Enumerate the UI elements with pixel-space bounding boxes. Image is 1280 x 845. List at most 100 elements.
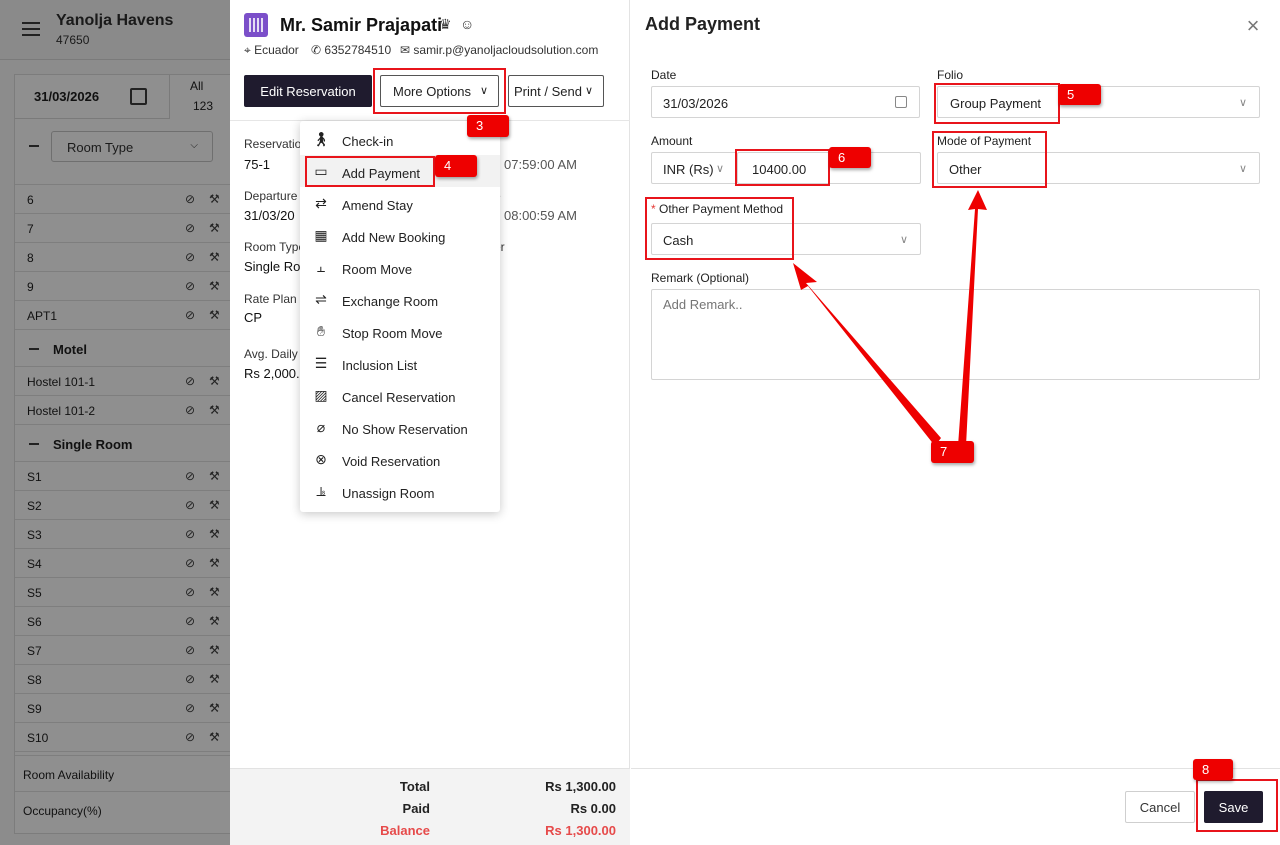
room-row[interactable]: Hostel 101-1 ⊘ ⚒ [15,367,230,396]
chevron-down-icon: ∨ [1238,163,1247,175]
no-smoking-icon: ⊘ [185,250,196,264]
chevron-down-icon: ∨ [1238,97,1247,109]
menu-item-label: Stop Room Move [342,326,443,341]
room-row[interactable]: S4 ⊘ ⚒ [15,549,230,578]
mode-of-payment-label: Mode of Payment [937,134,1032,148]
room-label: S5 [27,586,42,600]
no-smoking-icon: ⊘ [185,469,196,483]
calendar-icon[interactable] [130,88,147,105]
menu-item-label: Exchange Room [342,294,439,309]
other-payment-method-label: * Other Payment Method [651,202,783,216]
circle-x-icon: ⊗ [315,451,327,467]
add-payment-panel: Add Payment × Date 31/03/2026 Folio Grou… [631,0,1280,845]
room-list: 6 ⊘ ⚒ 7 ⊘ ⚒ 8 ⊘ ⚒ 9 ⊘ ⚒ APT1 ⊘ ⚒ Motel Hostel 101-… [15,171,230,752]
room-row[interactable]: S8 ⊘ ⚒ [15,665,230,694]
collapse-icon[interactable] [29,145,39,147]
menu-item-amend-stay[interactable]: ⇄ Amend Stay [300,187,500,219]
housekeeping-icon: ⚒ [209,701,220,715]
menu-item-inclusion-list[interactable]: ☰ Inclusion List [300,347,500,379]
room-row[interactable]: 9 ⊘ ⚒ [15,272,230,301]
housekeeping-icon: ⚒ [209,556,220,570]
room-row[interactable]: 6 ⊘ ⚒ [15,185,230,214]
menu-item-room-move[interactable]: ⫠ Room Move [300,251,500,283]
room-row[interactable]: 8 ⊘ ⚒ [15,243,230,272]
other-payment-method-value: Cash [663,233,694,248]
room-label: S2 [27,499,42,513]
mode-of-payment-value: Other [949,162,982,177]
menu-item-stop-room-move[interactable]: ✋︎ Stop Room Move [300,315,500,347]
housekeeping-icon: ⚒ [209,221,220,235]
housekeeping-icon: ⚒ [209,730,220,744]
arrival-time: 07:59:00 AM [504,157,577,172]
hamburger-menu-icon[interactable] [22,22,40,36]
avg-daily-label: Avg. Daily [244,347,298,361]
room-row[interactable]: S3 ⊘ ⚒ [15,520,230,549]
room-row[interactable]: 7 ⊘ ⚒ [15,214,230,243]
country-label: Ecuador [254,43,299,57]
no-smoking-icon: ⊘ [185,498,196,512]
print-send-button[interactable]: Print / Send ∨ [508,75,604,107]
room-label: 8 [27,251,34,265]
remark-label: Remark (Optional) [651,271,750,285]
room-row[interactable]: APT1 ⊘ ⚒ [15,301,230,330]
room-label: S1 [27,470,42,484]
room-row[interactable]: S9 ⊘ ⚒ [15,694,230,723]
remark-textarea[interactable] [651,289,1260,380]
room-row[interactable]: S1 ⊘ ⚒ [15,462,230,491]
chevron-down-icon: ∨ [899,234,908,246]
calendar-icon [895,96,907,108]
no-smoking-icon: ⊘ [185,374,196,388]
menu-item-cancel-reservation[interactable]: ▨ Cancel Reservation [300,379,500,411]
no-smoking-icon: ⊘ [185,585,196,599]
other-payment-method-select[interactable]: Cash ∨ [651,223,921,255]
menu-item-add-new-booking[interactable]: ▦ Add New Booking [300,219,500,251]
room-type-select-value: Room Type [67,140,134,155]
step-badge-3: 3 [467,115,509,137]
no-smoking-icon: ⊘ [185,221,196,235]
date-field[interactable]: 31/03/2026 [651,86,920,118]
housekeeping-icon: ⚒ [209,643,220,657]
room-row[interactable]: S2 ⊘ ⚒ [15,491,230,520]
step-badge-5: 5 [1058,84,1101,105]
close-icon[interactable]: × [1243,15,1263,37]
mode-of-payment-select[interactable]: Other ∨ [937,152,1260,184]
save-button[interactable]: Save [1204,791,1263,823]
balance-value: Rs 1,300.00 [545,823,616,838]
totals-summary: Total Rs 1,300.00 Paid Rs 0.00 Balance R… [230,768,630,845]
housekeeping-icon: ⚒ [209,614,220,628]
room-label: Hostel 101-1 [27,375,96,389]
edit-reservation-button[interactable]: Edit Reservation [244,75,372,107]
room-row[interactable]: S7 ⊘ ⚒ [15,636,230,665]
more-options-button[interactable]: More Options ∨ [380,75,499,107]
grid-date-value: 31/03/2026 [34,89,100,104]
all-filter-label[interactable]: All [190,79,203,93]
no-smoking-icon: ⊘ [185,701,196,715]
top-bar: Yanolja Havens 47650 [0,0,230,60]
room-row[interactable]: S10 ⊘ ⚒ [15,723,230,752]
menu-item-no-show-reservation[interactable]: ⌀ No Show Reservation [300,411,500,443]
group-icon: ☺ [460,16,475,32]
menu-item-label: Check-in [342,134,394,149]
room-row[interactable]: Hostel 101-2 ⊘ ⚒ [15,396,230,425]
housekeeping-icon: ⚒ [209,527,220,541]
no-smoking-icon: ⊘ [185,527,196,541]
menu-item-void-reservation[interactable]: ⊗ Void Reservation [300,443,500,475]
group-header-single-room[interactable]: Single Room [15,425,230,462]
currency-select[interactable]: INR (Rs) ∨ [651,152,737,184]
paid-value: Rs 0.00 [570,801,616,816]
room-type-select[interactable]: Room Type ⌵ [51,131,213,162]
cancel-button[interactable]: Cancel [1125,791,1195,823]
amount-label: Amount [651,134,693,148]
menu-item-unassign-room[interactable]: ⫡ Unassign Room [300,475,500,507]
more-options-label: More Options [393,83,472,99]
room-label: S7 [27,644,42,658]
room-label: S4 [27,557,42,571]
room-row[interactable]: S5 ⊘ ⚒ [15,578,230,607]
menu-item-label: Void Reservation [342,454,441,469]
amount-input-value: 10400.00 [752,162,807,177]
menu-item-label: Cancel Reservation [342,390,456,405]
grid-date[interactable]: 31/03/2026 [15,75,170,119]
group-header-motel[interactable]: Motel [15,330,230,367]
room-row[interactable]: S6 ⊘ ⚒ [15,607,230,636]
menu-item-exchange-room[interactable]: ⇌ Exchange Room [300,283,500,315]
